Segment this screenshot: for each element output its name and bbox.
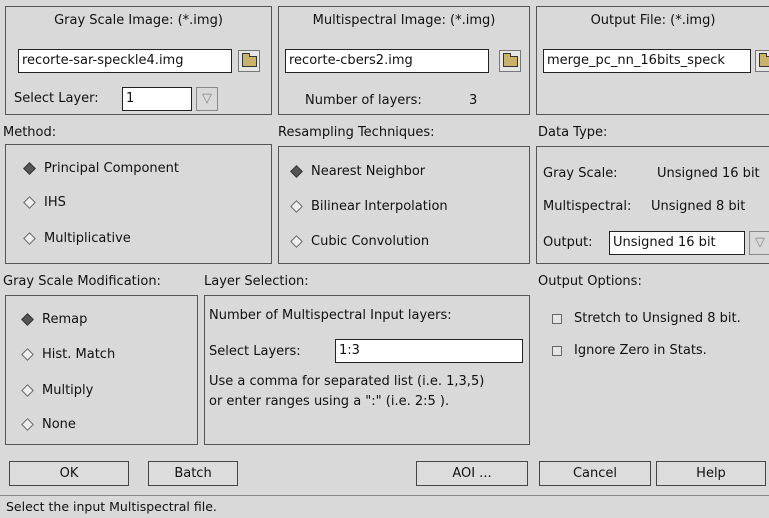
stretch-checkbox-label: Stretch to Unsigned 8 bit. — [574, 311, 741, 326]
multispectral-group: Multispectral Image: (*.img) recorte-cbe… — [278, 6, 530, 115]
gray-mod-option-multiply[interactable]: Multiply — [20, 383, 93, 398]
layer-selection-group: Number of Multispectral Input layers: Se… — [204, 295, 530, 445]
gray-mod-option-label: Multiply — [42, 383, 94, 398]
method-title: Method: — [3, 125, 57, 140]
gray-mod-option-label: Remap — [42, 312, 88, 327]
radio-icon — [23, 196, 36, 209]
select-layers-label: Select Layers: — [209, 344, 301, 359]
resampling-option-label: Nearest Neighbor — [311, 164, 426, 179]
select-layers-input[interactable]: 1:3 — [335, 339, 523, 363]
cancel-button[interactable]: Cancel — [539, 461, 651, 486]
output-file-title: Output File: (*.img) — [590, 13, 716, 28]
radio-selected-icon — [290, 165, 303, 178]
output-file-browse-button[interactable] — [755, 50, 769, 72]
select-layer-label: Select Layer: — [14, 91, 99, 106]
resampling-option-bilinear[interactable]: Bilinear Interpolation — [289, 199, 448, 214]
radio-icon — [21, 418, 34, 431]
ignore-zero-checkbox-label: Ignore Zero in Stats. — [574, 343, 707, 358]
checkbox-icon — [552, 313, 562, 324]
radio-icon — [23, 232, 36, 245]
resampling-option-label: Bilinear Interpolation — [311, 199, 448, 214]
status-bar: Select the input Multispectral file. — [0, 495, 769, 518]
method-group: Principal Component IHS Multiplicative — [5, 144, 272, 264]
select-layer-dropdown-button[interactable]: ▽ — [196, 87, 218, 111]
batch-button[interactable]: Batch — [148, 461, 238, 486]
gray-scale-type-label: Gray Scale: — [543, 166, 618, 181]
ok-button[interactable]: OK — [9, 461, 129, 486]
resampling-option-cubic[interactable]: Cubic Convolution — [289, 234, 429, 249]
method-option-ihs[interactable]: IHS — [22, 195, 66, 210]
resampling-group: Nearest Neighbor Bilinear Interpolation … — [278, 146, 530, 264]
radio-selected-icon — [21, 313, 34, 326]
method-option-label: Principal Component — [44, 161, 180, 176]
stretch-checkbox[interactable]: Stretch to Unsigned 8 bit. — [552, 311, 741, 326]
help-button[interactable]: Help — [656, 461, 766, 486]
num-layers-value: 3 — [469, 93, 478, 108]
radio-selected-icon — [23, 162, 36, 175]
gray-mod-title: Gray Scale Modification: — [3, 274, 161, 289]
gray-mod-option-label: None — [42, 417, 76, 432]
gray-scale-file-input[interactable]: recorte-sar-speckle4.img — [18, 49, 232, 73]
method-option-multiplicative[interactable]: Multiplicative — [22, 231, 131, 246]
multispectral-type-label: Multispectral: — [543, 199, 632, 214]
gray-scale-type-value: Unsigned 16 bit — [657, 166, 760, 181]
select-layer-input[interactable]: 1 — [122, 87, 192, 111]
checkbox-icon — [552, 345, 562, 356]
folder-icon — [241, 52, 257, 67]
multispectral-title: Multispectral Image: (*.img) — [312, 13, 496, 28]
gray-mod-option-label: Hist. Match — [42, 347, 116, 362]
method-option-principal-component[interactable]: Principal Component — [22, 161, 179, 176]
gray-mod-option-none[interactable]: None — [20, 417, 76, 432]
data-type-group: Gray Scale: Unsigned 16 bit Multispectra… — [536, 146, 769, 264]
radio-icon — [290, 200, 303, 213]
method-option-label: Multiplicative — [44, 231, 131, 246]
num-input-layers-label: Number of Multispectral Input layers: — [209, 308, 452, 323]
aoi-button[interactable]: AOI ... — [416, 461, 528, 486]
gray-scale-group: Gray Scale Image: (*.img) recorte-sar-sp… — [5, 6, 272, 115]
layer-selection-title: Layer Selection: — [204, 274, 309, 289]
gray-mod-option-remap[interactable]: Remap — [20, 312, 87, 327]
radio-icon — [21, 348, 34, 361]
gray-scale-title: Gray Scale Image: (*.img) — [54, 13, 223, 28]
folder-icon — [758, 52, 769, 67]
output-type-dropdown-button[interactable]: ▽ — [749, 231, 769, 255]
radio-icon — [290, 235, 303, 248]
ignore-zero-checkbox[interactable]: Ignore Zero in Stats. — [552, 343, 707, 358]
select-layers-hint-2: or enter ranges using a ":" (i.e. 2:5 ). — [209, 394, 450, 409]
resampling-title: Resampling Techniques: — [278, 125, 435, 140]
select-layers-hint-1: Use a comma for separated list (i.e. 1,3… — [209, 374, 485, 389]
output-type-input[interactable]: Unsigned 16 bit — [609, 231, 745, 255]
multispectral-browse-button[interactable] — [499, 50, 521, 72]
resampling-option-label: Cubic Convolution — [311, 234, 430, 249]
num-layers-label: Number of layers: — [305, 93, 422, 108]
output-type-label: Output: — [543, 235, 593, 250]
folder-icon — [502, 52, 518, 67]
output-file-input[interactable]: merge_pc_nn_16bits_speck — [543, 49, 751, 73]
gray-mod-option-hist-match[interactable]: Hist. Match — [20, 347, 115, 362]
method-option-label: IHS — [44, 195, 66, 210]
radio-icon — [21, 384, 34, 397]
gray-scale-browse-button[interactable] — [238, 50, 260, 72]
chevron-down-icon: ▽ — [202, 91, 212, 106]
chevron-down-icon: ▽ — [755, 235, 765, 250]
output-file-group: Output File: (*.img) merge_pc_nn_16bits_… — [536, 6, 769, 115]
output-options-title: Output Options: — [538, 274, 642, 289]
gray-mod-group: Remap Hist. Match Multiply None — [5, 295, 198, 445]
resampling-option-nearest-neighbor[interactable]: Nearest Neighbor — [289, 164, 425, 179]
multispectral-file-input[interactable]: recorte-cbers2.img — [285, 49, 489, 73]
multispectral-type-value: Unsigned 8 bit — [651, 199, 746, 214]
data-type-title: Data Type: — [538, 125, 608, 140]
